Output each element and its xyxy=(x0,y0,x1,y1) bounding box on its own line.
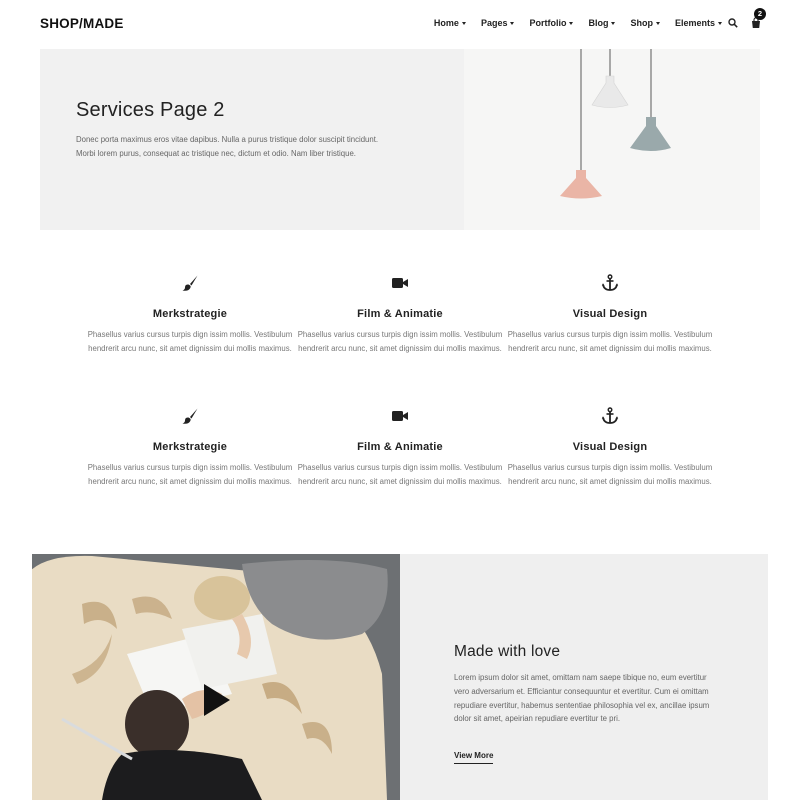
pendant-lamps-image xyxy=(560,49,671,199)
service-card: Merkstrategie Phasellus varius cursus tu… xyxy=(85,407,295,488)
service-title: Film & Animatie xyxy=(357,441,443,453)
main-nav: Home Pages Portfolio Blog Shop Elements xyxy=(419,18,722,28)
service-title: Visual Design xyxy=(572,308,648,320)
nav-label: Shop xyxy=(630,18,653,28)
service-description: Phasellus varius cursus turpis dign issi… xyxy=(297,330,503,353)
nav-item-portfolio[interactable]: Portfolio xyxy=(529,18,574,28)
service-card: Film & Animatie Phasellus varius cursus … xyxy=(295,274,505,355)
video-camera-icon xyxy=(392,411,408,421)
caret-down-icon xyxy=(461,22,466,25)
video-camera-icon xyxy=(392,278,408,288)
hero-banner: Services Page 2 Donec porta maximus eros… xyxy=(40,49,760,230)
service-card: Visual Design Phasellus varius cursus tu… xyxy=(505,407,715,488)
service-card: Merkstrategie Phasellus varius cursus tu… xyxy=(85,274,295,355)
anchor-icon xyxy=(601,407,619,424)
brush-icon xyxy=(182,408,198,424)
caret-down-icon xyxy=(510,22,515,25)
service-card: Visual Design Phasellus varius cursus tu… xyxy=(505,274,715,355)
site-logo[interactable]: SHOP/MADE xyxy=(40,16,124,31)
nav-label: Pages xyxy=(480,18,508,28)
caret-down-icon xyxy=(718,22,722,25)
caret-down-icon xyxy=(569,22,574,25)
cart-count-badge: 2 xyxy=(754,8,766,20)
nav-item-shop[interactable]: Shop xyxy=(630,18,660,28)
nav-item-home[interactable]: Home xyxy=(434,18,466,28)
feature-section: Made with love Lorem ipsum dolor sit ame… xyxy=(400,554,768,800)
service-card: Film & Animatie Phasellus varius cursus … xyxy=(295,407,505,488)
nav-label: Blog xyxy=(588,18,609,28)
workspace-photo xyxy=(32,554,400,800)
caret-down-icon xyxy=(611,22,616,25)
page-title: Services Page 2 xyxy=(76,99,225,121)
service-description: Phasellus varius cursus turpis dign issi… xyxy=(87,330,293,353)
service-description: Phasellus varius cursus turpis dign issi… xyxy=(87,463,293,486)
service-title: Film & Animatie xyxy=(357,308,443,320)
service-title: Visual Design xyxy=(572,441,648,453)
nav-label: Home xyxy=(433,18,459,28)
anchor-icon xyxy=(601,274,619,291)
nav-label: Portfolio xyxy=(529,18,567,28)
service-description: Phasellus varius cursus turpis dign issi… xyxy=(507,463,713,486)
service-title: Merkstrategie xyxy=(152,441,228,453)
service-description: Phasellus varius cursus turpis dign issi… xyxy=(507,330,713,353)
nav-label: Elements xyxy=(674,18,715,28)
nav-item-elements[interactable]: Elements xyxy=(675,18,722,28)
nav-item-blog[interactable]: Blog xyxy=(588,18,616,28)
service-title: Merkstrategie xyxy=(152,308,228,320)
service-description: Phasellus varius cursus turpis dign issi… xyxy=(297,463,503,486)
nav-item-pages[interactable]: Pages xyxy=(481,18,515,28)
site-header: SHOP/MADE Home Pages Portfolio Blog Shop… xyxy=(0,0,800,48)
caret-down-icon xyxy=(655,22,660,25)
brush-icon xyxy=(182,275,198,291)
search-icon[interactable] xyxy=(728,18,738,28)
hero-description: Donec porta maximus eros vitae dapibus. … xyxy=(76,135,379,158)
view-more-link[interactable]: View More xyxy=(454,751,494,764)
feature-title: Made with love xyxy=(454,643,561,660)
feature-description: Lorem ipsum dolor sit amet, omittam nam … xyxy=(454,673,710,724)
